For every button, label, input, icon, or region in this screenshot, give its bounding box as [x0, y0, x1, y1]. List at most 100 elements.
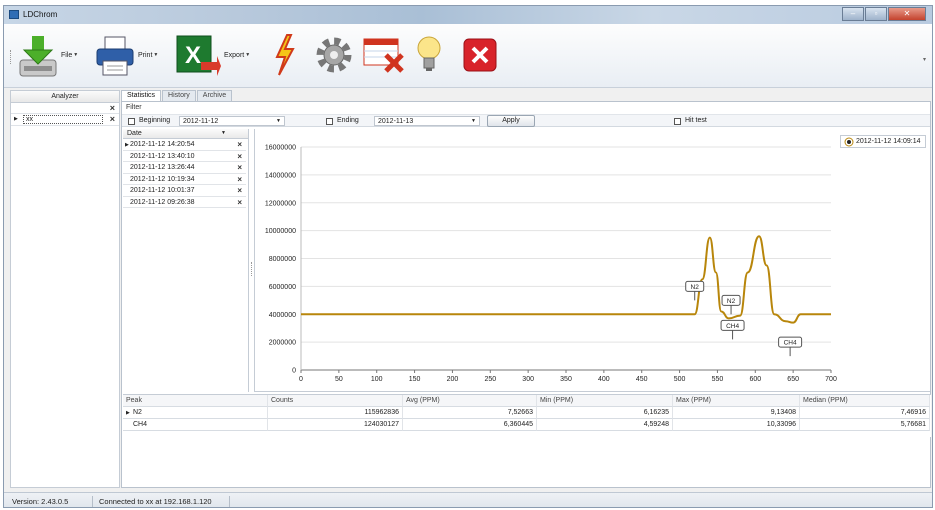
chevron-down-icon: ▼: [276, 118, 281, 124]
date-row[interactable]: 2012-11-12 09:26:38 ×: [123, 197, 246, 208]
date-row[interactable]: 2012-11-12 10:19:34 ×: [123, 174, 246, 185]
x-tick-label: 50: [335, 376, 343, 383]
peaks-header-max[interactable]: Max (PPM): [673, 395, 800, 407]
remove-analyzer-button[interactable]: ×: [110, 114, 115, 125]
delete-date-button[interactable]: ×: [237, 186, 242, 195]
file-menu-button[interactable]: File ▼: [18, 30, 78, 80]
apply-button[interactable]: Apply: [487, 115, 535, 127]
delete-date-button[interactable]: ×: [237, 140, 242, 149]
date-row[interactable]: 2012-11-12 13:26:44 ×: [123, 162, 246, 174]
title-bar: LDChrom – ▫ ✕: [4, 6, 932, 24]
svg-text:X: X: [185, 42, 201, 69]
y-tick-label: 8000000: [269, 256, 296, 263]
run-button[interactable]: [273, 30, 297, 80]
printer-icon: [96, 36, 134, 76]
close-icon: [463, 38, 497, 72]
table-cell-min: 4,59248: [537, 419, 673, 431]
x-tick-label: 650: [787, 376, 799, 383]
delete-date-button[interactable]: ×: [237, 163, 242, 172]
x-tick-label: 300: [522, 376, 534, 383]
delete-table-icon: [363, 38, 404, 73]
download-drive-icon: [19, 36, 57, 77]
delete-date-button[interactable]: ×: [237, 198, 242, 207]
hit-test-checkbox[interactable]: [674, 118, 681, 125]
table-cell-avg: 6,360445: [403, 419, 537, 431]
chevron-down-icon: ▼: [73, 52, 79, 58]
tab-history[interactable]: History: [162, 90, 196, 101]
chevron-down-icon[interactable]: ▼: [221, 130, 226, 136]
peaks-header-min[interactable]: Min (PPM): [537, 395, 673, 407]
beginning-label: Beginning: [139, 117, 171, 124]
annotation-label: CH4: [726, 323, 739, 330]
maximize-button[interactable]: ▫: [865, 7, 887, 21]
table-cell-median: 7,46916: [800, 407, 930, 419]
analyzer-row[interactable]: ▶ xx ×: [11, 114, 119, 126]
clear-data-button[interactable]: [362, 30, 406, 80]
exit-button[interactable]: [463, 30, 497, 80]
tab-archive[interactable]: Archive: [196, 90, 233, 101]
ending-checkbox[interactable]: [326, 118, 333, 125]
date-value: 2012-11-12 13:26:44: [130, 164, 195, 171]
peaks-header-counts[interactable]: Counts: [268, 395, 403, 407]
peaks-header-peak[interactable]: Peak: [123, 395, 268, 407]
analyzer-filter-row: ×: [11, 103, 119, 114]
y-tick-label: 10000000: [265, 228, 296, 235]
analyzer-name[interactable]: xx: [23, 115, 103, 124]
print-label: Print: [138, 51, 153, 59]
clear-filter-button[interactable]: ×: [110, 103, 115, 114]
date-header-label: Date: [127, 130, 142, 137]
x-tick-label: 550: [712, 376, 724, 383]
x-tick-label: 0: [299, 376, 303, 383]
print-menu-button[interactable]: Print ▼: [95, 30, 158, 80]
x-tick-label: 500: [674, 376, 686, 383]
lightning-icon: [275, 34, 295, 76]
hit-test-label: Hit test: [685, 117, 707, 124]
delete-date-button[interactable]: ×: [237, 175, 242, 184]
filter-label: Filter: [126, 104, 142, 111]
chevron-down-icon: ▼: [245, 52, 251, 58]
y-tick-label: 16000000: [265, 145, 296, 152]
date-row[interactable]: 2012-11-12 13:40:10 ×: [123, 151, 246, 162]
minimize-button[interactable]: –: [842, 7, 864, 21]
export-menu-button[interactable]: X Export ▼: [175, 30, 250, 80]
x-tick-label: 150: [409, 376, 421, 383]
ending-date-value: 2012-11-13: [378, 118, 414, 125]
lightbulb-icon: [417, 36, 441, 71]
hint-button[interactable]: [416, 30, 442, 80]
x-tick-label: 450: [636, 376, 648, 383]
row-indicator-icon: ▶: [14, 116, 18, 122]
gear-icon: [316, 37, 352, 73]
settings-button[interactable]: [312, 30, 356, 80]
toolbar-grip[interactable]: [10, 50, 12, 64]
table-cell-max: 9,13408: [673, 407, 800, 419]
statistics-content: Filter Beginning 2012-11-12 ▼ Ending 201…: [121, 101, 931, 488]
series-line: [301, 235, 831, 324]
date-column-header[interactable]: Date ▼: [123, 129, 248, 139]
y-tick-label: 6000000: [269, 284, 296, 291]
ending-date-select[interactable]: 2012-11-13 ▼: [374, 116, 480, 126]
tab-statistics[interactable]: Statistics: [121, 90, 162, 101]
toolbar: File ▼ Print ▼ X Export ▼ ▾: [4, 24, 932, 88]
beginning-checkbox[interactable]: [128, 118, 135, 125]
chevron-down-icon: ▼: [153, 52, 159, 58]
date-row[interactable]: ▶ 2012-11-12 14:20:54 ×: [123, 139, 246, 151]
table-row-peak[interactable]: CH4: [123, 419, 268, 431]
peaks-header-median[interactable]: Median (PPM): [800, 395, 930, 407]
annotation-label: N2: [691, 284, 700, 291]
y-tick-label: 14000000: [265, 172, 296, 179]
status-separator: [92, 496, 93, 507]
app-window: LDChrom – ▫ ✕ File ▼ Print ▼ X Export ▼ …: [3, 5, 933, 508]
date-value: 2012-11-12 14:20:54: [130, 141, 195, 148]
analyzer-header: Analyzer: [11, 91, 119, 103]
date-value: 2012-11-12 10:01:37: [130, 187, 195, 194]
close-window-button[interactable]: ✕: [888, 7, 926, 21]
peaks-header-avg[interactable]: Avg (PPM): [403, 395, 537, 407]
table-cell-counts: 124030127: [268, 419, 403, 431]
table-row-peak[interactable]: N2: [123, 407, 268, 419]
beginning-date-select[interactable]: 2012-11-12 ▼: [179, 116, 285, 126]
delete-date-button[interactable]: ×: [237, 152, 242, 161]
peaks-table: Peak Counts Avg (PPM) Min (PPM) Max (PPM…: [123, 394, 931, 437]
date-row[interactable]: 2012-11-12 10:01:37 ×: [123, 185, 246, 197]
date-value: 2012-11-12 10:19:34: [130, 175, 195, 183]
toolbar-overflow-icon[interactable]: ▾: [923, 56, 926, 63]
